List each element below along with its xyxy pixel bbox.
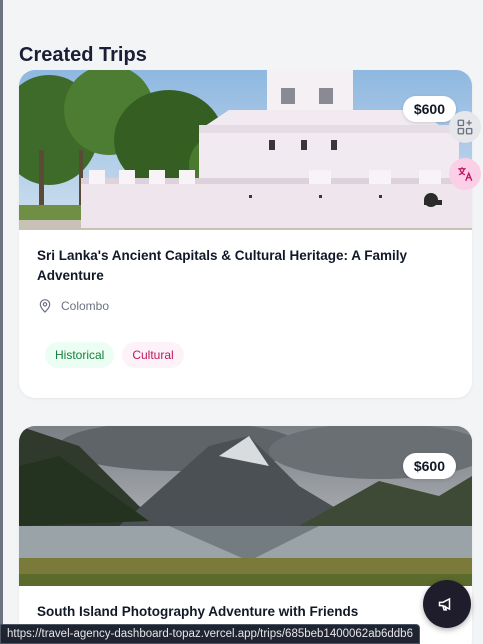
trip-title[interactable]: South Island Photography Adventure with … [37, 602, 442, 622]
translate-button[interactable] [449, 158, 481, 190]
trip-image: $600 [19, 70, 472, 230]
trip-image: $600 [19, 426, 472, 586]
trip-card[interactable]: $600 South Island Photography Adventure … [19, 426, 472, 644]
trip-card[interactable]: $600 Sri Lanka's Ancient Capitals & Cult… [19, 70, 472, 398]
translate-icon [458, 167, 473, 182]
tag-historical: Historical [45, 342, 115, 368]
status-bar-url: https://travel-agency-dashboard-topaz.ve… [0, 624, 420, 644]
page-title: Created Trips [19, 44, 147, 66]
location-label: Colombo [61, 299, 110, 313]
map-pin-icon [39, 299, 51, 313]
price-badge: $600 [402, 453, 456, 479]
chat-button[interactable] [423, 580, 471, 628]
sparkle-apps-icon [457, 119, 473, 135]
trip-location: Colombo [37, 298, 109, 314]
tag-list: Historical Cultural [45, 342, 184, 368]
price-badge: $600 [402, 96, 456, 122]
apps-button[interactable] [449, 111, 481, 143]
tag-cultural: Cultural [122, 342, 184, 368]
megaphone-icon [438, 597, 451, 611]
trip-title[interactable]: Sri Lanka's Ancient Capitals & Cultural … [37, 246, 442, 286]
window-edge [0, 0, 3, 644]
